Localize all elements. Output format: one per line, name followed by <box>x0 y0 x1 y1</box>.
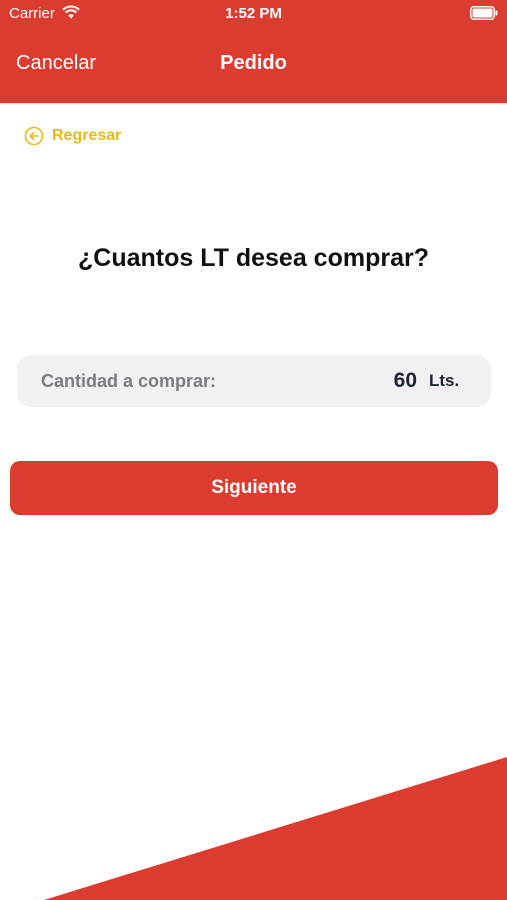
quantity-unit: Lts. <box>429 371 460 390</box>
app-header: Carrier 1:52 PM Cancelar Pedido <box>0 0 507 103</box>
quantity-field[interactable]: Cantidad a comprar: 60 Lts. <box>17 355 491 407</box>
quantity-value[interactable]: 60 <box>377 369 417 393</box>
arrow-left-circle-icon <box>24 126 44 146</box>
quantity-label: Cantidad a comprar: <box>41 371 217 391</box>
question-heading: ¿Cuantos LT desea comprar? <box>78 244 429 272</box>
status-bar: Carrier 1:52 PM <box>0 0 507 28</box>
back-button[interactable]: Regresar <box>24 125 121 147</box>
page-title: Pedido <box>220 52 287 74</box>
back-label: Regresar <box>52 127 122 144</box>
battery-icon <box>470 6 498 20</box>
decorative-red-wedge <box>44 757 507 900</box>
status-time: 1:52 PM <box>225 5 282 22</box>
next-button[interactable]: Siguiente <box>10 461 498 515</box>
